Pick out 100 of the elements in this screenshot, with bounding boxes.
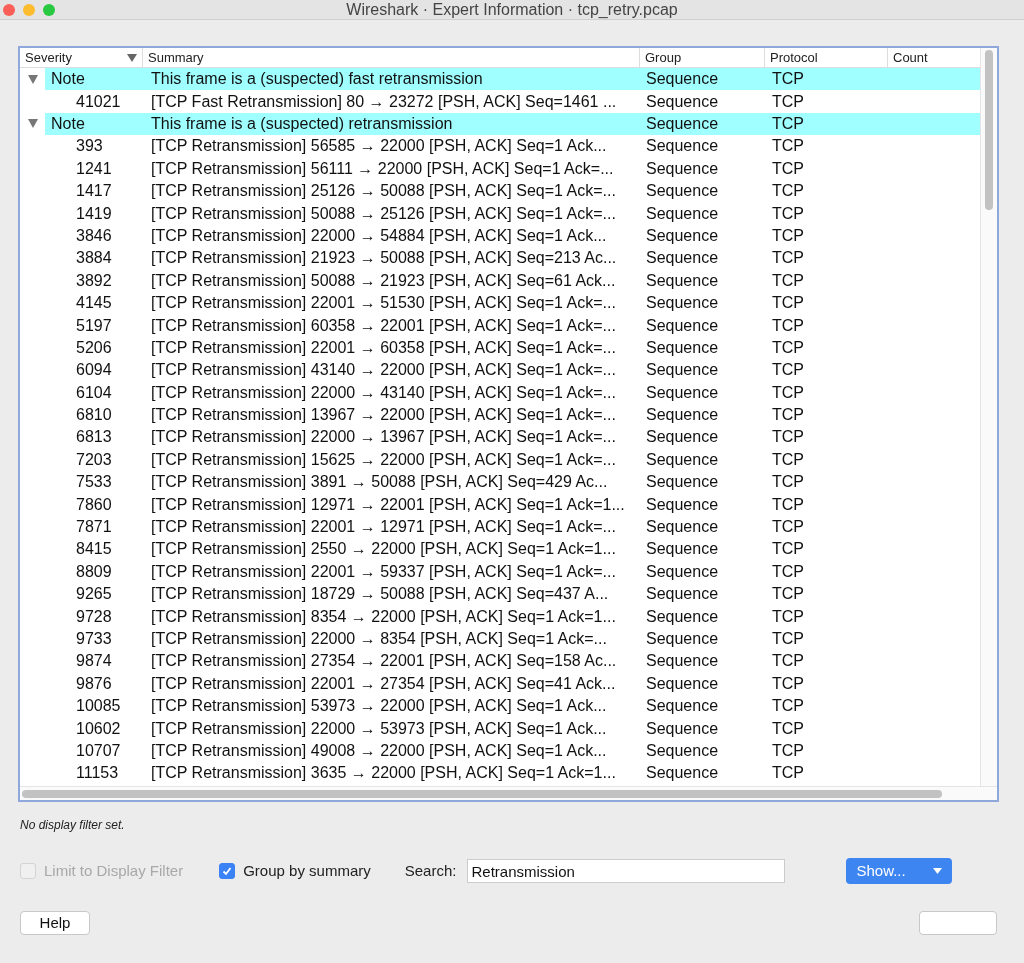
window-title: Wireshark · Expert Information · tcp_retry.pcap [345, 0, 679, 20]
table-cell-text: TCP [771, 494, 805, 515]
table-cell-text: TCP [771, 248, 805, 269]
table-cell-text: Note [50, 69, 86, 90]
table-cell-text: TCP [771, 69, 805, 90]
table-cell-text: [TCP Retransmission] 3635 → 22000 [PSH, ACK] Seq=1 Ack=1... [150, 763, 617, 784]
column-header[interactable]: Severity [20, 48, 143, 67]
dialog-button[interactable] [919, 911, 997, 935]
table-cell-text: Sequence [645, 69, 720, 90]
table-cell-text: 10602 [75, 718, 122, 739]
table-cell-text: Sequence [645, 360, 720, 381]
show-dropdown-button[interactable]: Show... [846, 858, 953, 884]
checkmark-icon [222, 866, 233, 876]
search-field[interactable]: Retransmission [467, 859, 786, 883]
table-cell-text: 6094 [75, 360, 113, 381]
checkbox[interactable] [219, 863, 236, 879]
table-cell-text: Sequence [645, 472, 720, 493]
vertical-scrollbar[interactable] [980, 48, 997, 786]
table-cell-text: [TCP Retransmission] 2550 → 22000 [PSH, ACK] Seq=1 Ack=1... [150, 539, 617, 560]
table-cell-text: Sequence [645, 181, 720, 202]
table-cell-text: [TCP Retransmission] 13967 → 22000 [PSH, ACK] Seq=1 Ack=... [150, 405, 617, 426]
table-cell-text: Sequence [645, 517, 720, 537]
search-label: Search: [404, 860, 457, 881]
table-cell-text: Sequence [645, 606, 720, 627]
table-cell-text: 9728 [75, 606, 113, 627]
column-header[interactable]: Group [640, 48, 765, 67]
table-cell-text: [TCP Retransmission] 22000 → 43140 [PSH, ACK] Seq=1 Ack=... [150, 382, 617, 403]
table-cell-text: TCP [771, 203, 805, 224]
table-cell-text: TCP [771, 539, 805, 560]
table-cell-text: 10707 [75, 740, 122, 761]
table-cell-text: 10085 [75, 696, 122, 717]
checkbox-label: Group by summary [243, 860, 371, 881]
expand-triangle-icon[interactable] [27, 119, 38, 129]
table-cell-text: TCP [771, 763, 805, 784]
table-cell-text: 5206 [75, 337, 113, 358]
table-cell-text: Sequence [645, 91, 720, 112]
table-cell-text: Sequence [645, 561, 720, 582]
table-cell-text: [TCP Retransmission] 22000 → 8354 [PSH, ACK] Seq=1 Ack=... [150, 628, 608, 649]
scrollbar-thumb[interactable] [985, 50, 993, 210]
table-cell-text: TCP [771, 337, 805, 358]
table-cell-text: Sequence [645, 114, 720, 134]
table-cell-text: TCP [771, 136, 805, 157]
table-cell-text: 6810 [75, 405, 113, 426]
horizontal-scrollbar[interactable] [20, 786, 997, 800]
zoom-window-button[interactable] [43, 3, 55, 16]
table-cell-text: [TCP Retransmission] 22001 → 59337 [PSH, ACK] Seq=1 Ack=... [150, 561, 617, 582]
table-cell-text: TCP [771, 472, 805, 493]
table-cell-text: Sequence [645, 696, 720, 717]
table-cell-text: Sequence [645, 405, 720, 426]
group-row[interactable]: Note This frame is a (suspected) retransmission Sequence TCP [45, 112, 980, 136]
group-row[interactable]: Note This frame is a (suspected) fast retransmission Sequence TCP [45, 68, 980, 91]
table-cell-text: TCP [771, 628, 805, 649]
table-cell-text: [TCP Retransmission] 22001 → 51530 [PSH, ACK] Seq=1 Ack=... [150, 293, 617, 314]
table-cell-text: TCP [771, 405, 805, 426]
table-cell-text: TCP [771, 651, 805, 672]
table-cell-text: 8415 [75, 539, 113, 560]
scrollbar-thumb[interactable] [22, 789, 942, 798]
table-cell-text: Sequence [645, 584, 720, 605]
table-cell-text: Sequence [645, 539, 720, 560]
table-cell-text: TCP [771, 360, 805, 381]
table-cell-text: TCP [771, 181, 805, 202]
table-cell-text: [TCP Retransmission] 18729 → 50088 [PSH, ACK] Seq=437 A... [150, 584, 610, 605]
table-cell-text: [TCP Retransmission] 56111 → 22000 [PSH, ACK] Seq=1 Ack=... [150, 158, 615, 179]
close-window-button[interactable] [3, 3, 15, 16]
column-header[interactable]: Summary [143, 48, 640, 67]
table-cell-text: 7871 [75, 517, 113, 537]
table-cell-text: TCP [771, 315, 805, 336]
table-cell-text: Sequence [645, 248, 720, 269]
status-text: No display filter set. [20, 817, 126, 834]
table-cell-text: 9874 [75, 651, 113, 672]
table-cell-text: TCP [771, 561, 805, 582]
column-header[interactable]: Count [888, 48, 980, 67]
table-cell-text: [TCP Retransmission] 49008 → 22000 [PSH, ACK] Seq=1 Ack... [150, 740, 608, 761]
expand-triangle-icon[interactable] [27, 74, 38, 84]
table-cell-text: [TCP Fast Retransmission] 80 → 23272 [PSH, ACK] Seq=1461 ... [150, 91, 618, 112]
table-cell-text: TCP [771, 158, 805, 179]
table-cell-text: This frame is a (suspected) fast retransmission [150, 69, 484, 90]
table-cell-text: [TCP Retransmission] 56585 → 22000 [PSH, ACK] Seq=1 Ack... [150, 136, 608, 157]
table-cell-text: TCP [771, 696, 805, 717]
table-cell-text: [TCP Retransmission] 21923 → 50088 [PSH, ACK] Seq=213 Ac... [150, 248, 618, 269]
table-cell-text: Sequence [645, 494, 720, 515]
table-cell-text: 9733 [75, 628, 113, 649]
table-cell-text: Sequence [645, 718, 720, 739]
table-cell-text: [TCP Retransmission] 22001 → 12971 [PSH, ACK] Seq=1 Ack=... [150, 517, 617, 537]
table-cell-text: 4145 [75, 293, 113, 314]
table-cell-text: 9876 [75, 673, 113, 694]
column-header[interactable]: Protocol [765, 48, 888, 67]
table-cell-text: [TCP Retransmission] 12971 → 22001 [PSH, ACK] Seq=1 Ack=1... [150, 494, 626, 515]
table-cell-text: [TCP Retransmission] 50088 → 25126 [PSH, ACK] Seq=1 Ack=... [150, 203, 617, 224]
table-cell-text: Sequence [645, 315, 720, 336]
minimize-window-button[interactable] [23, 3, 35, 16]
table-cell-text: TCP [771, 449, 805, 470]
table-cell-text: [TCP Retransmission] 50088 → 21923 [PSH, ACK] Seq=61 Ack... [150, 270, 617, 291]
help-button[interactable]: Help [20, 911, 90, 935]
table-cell-text: [TCP Retransmission] 53973 → 22000 [PSH, ACK] Seq=1 Ack... [150, 696, 608, 717]
table-cell-text: Sequence [645, 427, 720, 448]
table-cell-text: Sequence [645, 449, 720, 470]
table-cell-text: 3892 [75, 270, 113, 291]
table-cell-text: Sequence [645, 203, 720, 224]
table-cell-text: [TCP Retransmission] 3891 → 50088 [PSH, ACK] Seq=429 Ac... [150, 472, 609, 493]
